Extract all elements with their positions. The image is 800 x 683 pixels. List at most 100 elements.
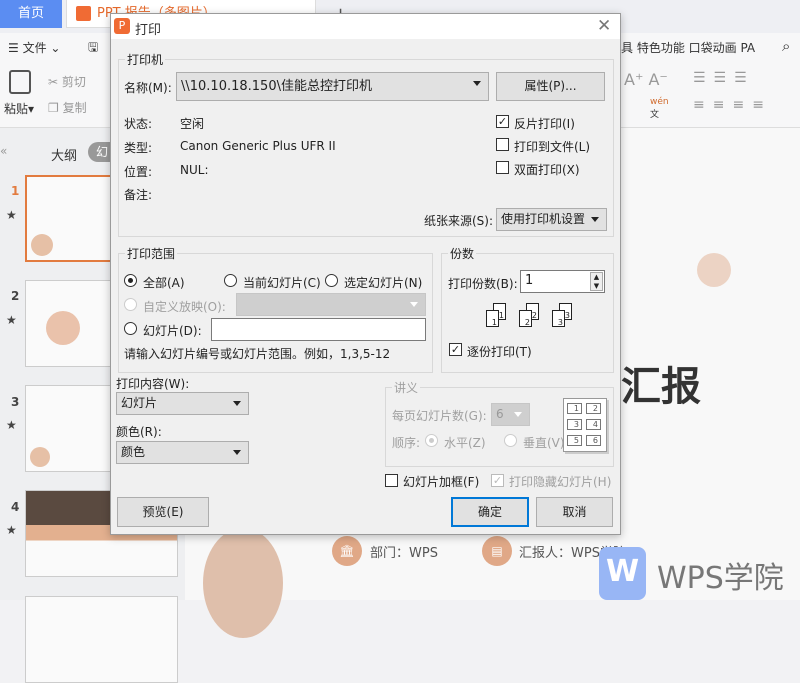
- handout-cell: 4: [586, 419, 601, 430]
- dialog-titlebar: P 打印 ✕: [111, 14, 620, 39]
- copies-group-label: 份数: [448, 245, 476, 262]
- handout-group-label: 讲义: [392, 379, 420, 396]
- outline-tab[interactable]: 大纲: [51, 145, 77, 164]
- copy-button[interactable]: ❐ 复制: [48, 99, 87, 116]
- frame-slides-label: 幻灯片加框(F): [403, 473, 479, 490]
- comment-label: 备注:: [124, 186, 152, 203]
- slide-number: 3: [11, 395, 19, 409]
- duplex-checkbox[interactable]: [496, 161, 509, 174]
- status-label: 状态:: [124, 115, 152, 132]
- print-to-file-label: 打印到文件(L): [514, 138, 590, 155]
- collate-page-icon: 2: [519, 310, 532, 327]
- ok-button[interactable]: 确定: [451, 497, 529, 527]
- where-value: NUL:: [180, 163, 209, 177]
- collate-label: 逐份打印(T): [467, 343, 532, 360]
- duplex-label: 双面打印(X): [514, 161, 580, 178]
- star-icon: ★: [6, 313, 17, 327]
- dept-text: 部门：WPS: [370, 542, 438, 561]
- printer-name-label: 名称(M):: [124, 79, 172, 96]
- print-content-label: 打印内容(W):: [116, 375, 189, 392]
- custom-show-radio[interactable]: [124, 298, 137, 311]
- font-size-controls[interactable]: A⁺ A⁻: [624, 70, 668, 89]
- paste-icon[interactable]: [9, 70, 31, 94]
- collate-checkbox[interactable]: ✓: [449, 343, 462, 356]
- reverse-print-label: 反片打印(I): [514, 115, 575, 132]
- collate-page-icon: 3: [552, 310, 565, 327]
- handout-cell: 6: [586, 435, 601, 446]
- type-label: 类型:: [124, 139, 152, 156]
- search-icon[interactable]: ⌕: [782, 37, 790, 55]
- print-hidden-checkbox[interactable]: ✓: [491, 474, 504, 487]
- where-label: 位置:: [124, 163, 152, 180]
- per-page-select[interactable]: 6: [491, 403, 530, 426]
- ppt-icon: [76, 6, 91, 21]
- color-select[interactable]: 颜色: [116, 441, 249, 464]
- handout-cell: 5: [567, 435, 582, 446]
- range-slides-label: 幻灯片(D):: [143, 322, 202, 339]
- frame-slides-checkbox[interactable]: [385, 474, 398, 487]
- copies-label: 打印份数(B):: [448, 275, 518, 292]
- order-horizontal-label: 水平(Z): [444, 434, 486, 451]
- copies-spinner[interactable]: ▲▼: [590, 272, 603, 291]
- decor-circle: [203, 528, 283, 638]
- report-icon: ▤: [482, 536, 512, 566]
- cut-button[interactable]: ✂ 剪切: [48, 73, 86, 90]
- handout-cell: 2: [586, 403, 601, 414]
- watermark: WPS学院: [657, 553, 784, 597]
- ribbon-tabs[interactable]: 具 特色功能 口袋动画 PA: [621, 39, 755, 56]
- range-all-radio[interactable]: [124, 274, 137, 287]
- order-vertical-radio[interactable]: [504, 434, 517, 447]
- tab-home[interactable]: 首页: [0, 0, 62, 28]
- range-hint: 请输入幻灯片编号或幻灯片范围。例如，1,3,5-12: [124, 345, 390, 362]
- handout-cell: 3: [567, 419, 582, 430]
- properties-button[interactable]: 属性(P)...: [496, 72, 605, 101]
- slide-number: 4: [11, 500, 19, 514]
- wps-logo-icon: W: [599, 547, 646, 600]
- file-menu[interactable]: ☰ 文件 ⌄: [8, 39, 60, 56]
- close-icon[interactable]: ✕: [597, 16, 611, 36]
- star-icon: ★: [6, 418, 17, 432]
- type-value: Canon Generic Plus UFR II: [180, 139, 336, 153]
- printer-name-select[interactable]: \\10.10.18.150\佳能总控打印机: [176, 72, 489, 101]
- print-content-select[interactable]: 幻灯片: [116, 392, 249, 415]
- preview-button[interactable]: 预览(E): [117, 497, 209, 527]
- range-all-label: 全部(A): [143, 274, 185, 291]
- dialog-title: 打印: [135, 19, 161, 38]
- cancel-button[interactable]: 取消: [536, 497, 613, 527]
- color-label: 颜色(R):: [116, 423, 162, 440]
- save-icon[interactable]: 🖫: [88, 38, 98, 59]
- align-controls[interactable]: ≡≡≡≡: [693, 97, 772, 113]
- order-vertical-label: 垂直(V): [523, 434, 565, 451]
- print-hidden-label: 打印隐藏幻灯片(H): [509, 473, 611, 490]
- building-icon: 🏛: [332, 536, 362, 566]
- order-horizontal-radio[interactable]: [425, 434, 438, 447]
- slide-title: 汇报: [621, 354, 701, 412]
- decor-circle: [697, 253, 731, 287]
- list-controls[interactable]: ☰☰☰: [693, 70, 755, 86]
- collate-page-icon: 1: [486, 310, 499, 327]
- handout-cell: 1: [567, 403, 582, 414]
- slides-range-input[interactable]: [211, 318, 426, 341]
- slide-number: 2: [11, 289, 19, 303]
- print-to-file-checkbox[interactable]: [496, 138, 509, 151]
- status-value: 空闲: [180, 115, 204, 132]
- handout-layout-preview: 1 2 3 4 5 6: [563, 398, 607, 452]
- paper-source-select[interactable]: 使用打印机设置: [496, 208, 607, 231]
- star-icon: ★: [6, 523, 17, 537]
- paper-source-label: 纸张来源(S):: [424, 212, 493, 229]
- phonetic-icon[interactable]: wén文: [650, 97, 669, 120]
- range-selected-radio[interactable]: [325, 274, 338, 287]
- custom-show-select[interactable]: [236, 293, 426, 316]
- printer-group-label: 打印机: [125, 51, 165, 68]
- range-current-label: 当前幻灯片(C): [243, 274, 321, 291]
- range-current-radio[interactable]: [224, 274, 237, 287]
- reverse-print-checkbox[interactable]: ✓: [496, 115, 509, 128]
- paste-button[interactable]: 粘贴▾: [4, 100, 34, 117]
- collapse-icon[interactable]: «: [0, 144, 7, 158]
- range-slides-radio[interactable]: [124, 322, 137, 335]
- wps-app-icon: P: [114, 18, 130, 34]
- range-group-label: 打印范围: [125, 245, 177, 262]
- per-page-label: 每页幻灯片数(G):: [392, 407, 487, 424]
- order-label: 顺序:: [392, 434, 420, 451]
- slide-thumbnail[interactable]: [25, 596, 178, 683]
